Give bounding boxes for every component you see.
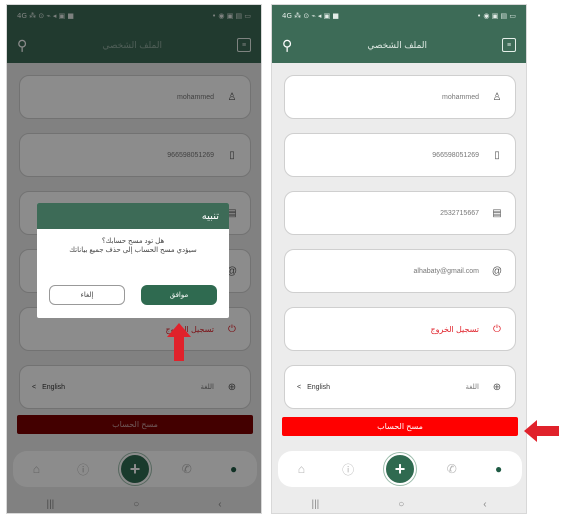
status-bar: 4G ⁂ ⊙ ⌁ ◂ ▣ ■ • ◉ ▣ ▤ ▭	[272, 5, 526, 27]
recents-icon[interactable]: |||	[311, 499, 319, 510]
phone-field[interactable]: 966598051269 ▯	[284, 133, 516, 177]
add-button[interactable]: +	[383, 453, 416, 485]
chevron-left-icon: <	[297, 383, 302, 391]
phone-value: 966598051269	[432, 151, 479, 159]
status-right: • ◉ ▣ ▤ ▭	[477, 12, 516, 20]
language-value: English	[307, 383, 331, 391]
dialog-title: تنبيه	[37, 203, 229, 229]
left-arrow-icon	[524, 420, 559, 442]
id-field[interactable]: 2532715667 ▤	[284, 191, 516, 235]
name-value: mohammed	[442, 93, 479, 101]
email-icon: @	[491, 265, 503, 277]
dialog-confirm-button[interactable]: موافق	[141, 285, 217, 305]
power-icon: ⏻	[493, 323, 501, 335]
info-icon[interactable]: ⓘ	[337, 461, 359, 478]
dialog-message: هل تود مسح حسابك؟ سيؤدي مسح الحساب إلى ح…	[37, 229, 229, 255]
page-title: الملف الشخصي	[367, 39, 427, 50]
email-field[interactable]: alhabaty@gmail.com @	[284, 249, 516, 293]
menu-icon[interactable]: ≡	[502, 38, 516, 52]
logout-row[interactable]: تسجيل الخروج ⏻	[284, 307, 516, 351]
system-nav: ||| ○ ‹	[272, 493, 526, 513]
language-selector[interactable]: < English	[297, 384, 330, 391]
home-icon[interactable]: ⌂	[290, 462, 312, 476]
bottom-nav: ⌂ ⓘ + ✆ ●	[278, 451, 522, 487]
phone-screen-profile: 4G ⁂ ⊙ ⌁ ◂ ▣ ■ • ◉ ▣ ▤ ▭ ⚲ الملف الشخصي …	[271, 4, 527, 514]
home-sys-icon[interactable]: ○	[398, 499, 404, 510]
up-arrow-icon	[167, 323, 191, 361]
phone-call-icon[interactable]: ✆	[441, 462, 463, 476]
language-label: اللغة	[465, 384, 479, 391]
delete-account-button[interactable]: مسح الحساب	[282, 417, 518, 436]
id-value: 2532715667	[440, 209, 479, 217]
dialog-line-1: هل تود مسح حسابك؟	[101, 238, 165, 245]
logout-label: تسجيل الخروج	[430, 324, 480, 334]
app-bar: ⚲ الملف الشخصي ≡	[272, 27, 526, 63]
profile-icon[interactable]: ●	[488, 462, 510, 476]
dialog-line-2: سيؤدي مسح الحساب إلى حذف جميع بياناتك	[69, 247, 197, 255]
user-icon: ♙	[492, 91, 502, 103]
language-row[interactable]: < English اللغة ⊕	[284, 365, 516, 409]
status-left: 4G ⁂ ⊙ ⌁ ◂ ▣ ■	[282, 12, 340, 20]
search-icon[interactable]: ⚲	[282, 38, 292, 52]
globe-icon: ⊕	[492, 381, 502, 393]
phone-icon: ▯	[494, 149, 500, 161]
id-card-icon: ▤	[492, 207, 502, 219]
phone-screen-dialog: 4G ⁂ ⊙ ⌁ ◂ ▣ ■ • ◉ ▣ ▤ ▭ ⚲ الملف الشخصي …	[6, 4, 262, 514]
email-value: alhabaty@gmail.com	[413, 267, 479, 275]
back-icon[interactable]: ‹	[483, 499, 486, 510]
dialog-cancel-button[interactable]: إلغاء	[49, 285, 125, 305]
confirm-dialog: تنبيه هل تود مسح حسابك؟ سيؤدي مسح الحساب…	[37, 203, 229, 318]
name-field[interactable]: mohammed ♙	[284, 75, 516, 119]
